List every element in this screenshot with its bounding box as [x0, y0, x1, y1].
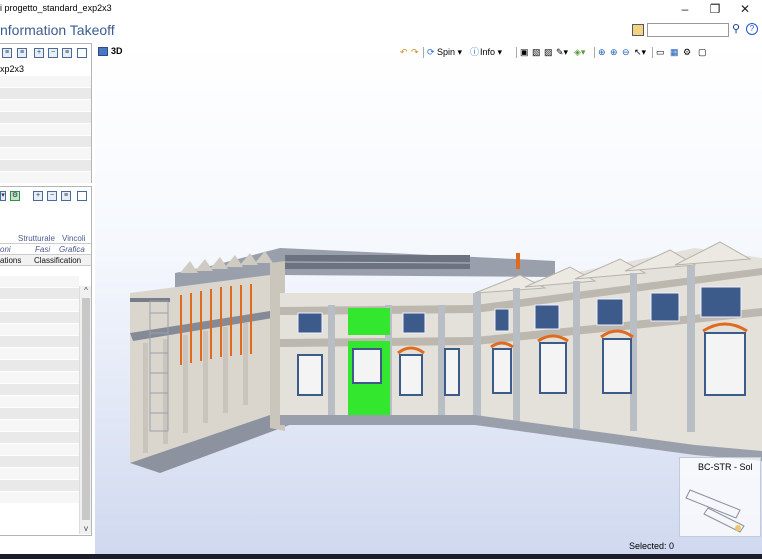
- property-row[interactable]: [0, 336, 79, 348]
- search-scope-icon[interactable]: [632, 24, 644, 36]
- tab-strutturale[interactable]: Strutturale: [18, 234, 55, 243]
- property-row[interactable]: [0, 300, 79, 312]
- tab-classification[interactable]: Classification: [34, 256, 81, 265]
- tree-row[interactable]: [0, 148, 91, 160]
- properties-panel: ▾ ⚙ + − ≡ Strutturale Vincoli oni Fasi G…: [0, 186, 92, 536]
- scroll-down-icon[interactable]: v: [80, 524, 92, 534]
- status-bar: Selected: 0: [95, 538, 762, 554]
- tree-row[interactable]: [0, 88, 91, 100]
- property-row[interactable]: [0, 432, 79, 444]
- property-tabs-row-1: Strutturale Vincoli: [0, 233, 91, 244]
- app-title: nformation Takeoff: [0, 22, 115, 38]
- property-row[interactable]: [0, 384, 79, 396]
- collapse-all-icon[interactable]: −: [47, 191, 57, 201]
- property-row[interactable]: [0, 276, 79, 288]
- property-row[interactable]: [0, 360, 79, 372]
- property-row[interactable]: [0, 372, 79, 384]
- property-row[interactable]: [0, 396, 79, 408]
- maximize-panel-icon[interactable]: [77, 191, 87, 201]
- expand-all-icon[interactable]: +: [34, 48, 44, 58]
- tab-fasi[interactable]: Fasi: [35, 245, 50, 254]
- tree-root-item[interactable]: xp2x3: [0, 64, 24, 74]
- maximize-panel-icon[interactable]: [77, 48, 87, 58]
- window-title: i progetto_standard_exp2x3: [0, 3, 112, 13]
- navigation-minimap[interactable]: BC-STR - Sol: [679, 457, 761, 537]
- tree-row[interactable]: [0, 112, 91, 124]
- tab-grafica[interactable]: Grafica: [59, 245, 85, 254]
- tree-row[interactable]: [0, 76, 91, 88]
- close-button[interactable]: ✕: [730, 1, 760, 17]
- tab-ations[interactable]: ations: [0, 256, 21, 265]
- window-titlebar: i progetto_standard_exp2x3 – ❐ ✕: [0, 0, 762, 19]
- search-input[interactable]: [647, 23, 729, 37]
- list-view-icon[interactable]: ≡: [61, 191, 71, 201]
- tree-row[interactable]: [0, 124, 91, 136]
- tree-filter-icon[interactable]: ≡: [2, 48, 12, 58]
- os-taskbar: [0, 554, 762, 559]
- viewport-3d[interactable]: 3D ↶ ↷ ⟳ Spin ▾ ⓘ Info ▾ ▣ ▧ ▨ ✎▾ ◈▾ ⊕ ⊕…: [95, 43, 762, 559]
- tree-row[interactable]: [0, 172, 91, 184]
- minimap-drawing: [685, 489, 745, 533]
- property-row[interactable]: [0, 408, 79, 420]
- property-row[interactable]: [0, 492, 79, 504]
- property-row[interactable]: [0, 468, 79, 480]
- left-pane: ≡ ≡ + − ≡ xp2x3 ▾ ⚙ + − ≡ Strutturale Vi…: [0, 43, 95, 559]
- help-icon[interactable]: ?: [746, 23, 758, 35]
- property-tabs-row-3: ations Classification: [0, 255, 91, 266]
- property-row[interactable]: [0, 288, 79, 300]
- app-header: nformation Takeoff ⚲ ?: [0, 19, 762, 43]
- property-row[interactable]: [0, 324, 79, 336]
- model-tree-panel: ≡ ≡ + − ≡ xp2x3: [0, 43, 92, 184]
- properties-dropdown-icon[interactable]: ▾: [0, 191, 6, 201]
- tab-vincoli[interactable]: Vincoli: [62, 234, 85, 243]
- property-tabs-row-2: oni Fasi Grafica: [0, 244, 91, 255]
- tree-toolbar: ≡ ≡ + − ≡: [0, 46, 92, 60]
- properties-toolbar: ▾ ⚙ + − ≡: [0, 189, 92, 203]
- property-row[interactable]: [0, 480, 79, 492]
- expand-all-icon[interactable]: +: [33, 191, 43, 201]
- property-row[interactable]: [0, 348, 79, 360]
- property-row[interactable]: [0, 312, 79, 324]
- scrollbar-thumb[interactable]: [82, 298, 90, 520]
- selected-element[interactable]: [348, 308, 390, 415]
- tree-row[interactable]: [0, 136, 91, 148]
- selection-count: Selected: 0: [629, 541, 675, 551]
- tree-row[interactable]: [0, 160, 91, 172]
- scroll-up-icon[interactable]: ^: [80, 286, 92, 296]
- restore-button[interactable]: ❐: [700, 1, 730, 17]
- tree-group-icon[interactable]: ≡: [17, 48, 27, 58]
- collapse-all-icon[interactable]: −: [48, 48, 58, 58]
- binoculars-icon[interactable]: ⚲: [732, 22, 740, 35]
- property-row[interactable]: [0, 456, 79, 468]
- property-row[interactable]: [0, 420, 79, 432]
- property-row[interactable]: [0, 444, 79, 456]
- properties-scrollbar[interactable]: ^ v: [79, 286, 91, 534]
- list-view-icon[interactable]: ≡: [62, 48, 72, 58]
- minimize-button[interactable]: –: [670, 1, 700, 17]
- tab-oni[interactable]: oni: [0, 245, 11, 254]
- building-model[interactable]: [95, 43, 762, 559]
- property-rows: [0, 276, 79, 504]
- tree-rows: [0, 76, 91, 184]
- tree-row[interactable]: [0, 100, 91, 112]
- properties-settings-icon[interactable]: ⚙: [10, 191, 20, 201]
